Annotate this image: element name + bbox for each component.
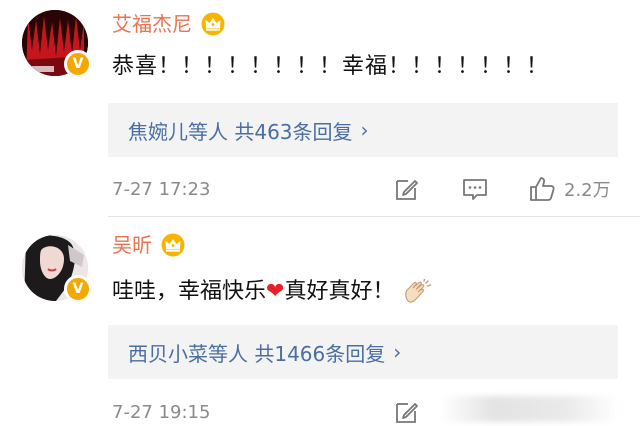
timestamp: 7-27 17:23 [112,178,211,200]
like-button[interactable]: 2.2万 [528,175,611,203]
verified-badge: V [64,50,92,78]
author-name[interactable]: 艾福杰尼 [112,10,192,38]
comment-text: 恭喜！！！！！！！！幸福！！！！！！！ [112,54,550,79]
reply-summary-box[interactable]: 焦婉儿等人 共463条回复 › [108,103,618,157]
comment-text-part: 哇哇，幸福快乐 [112,279,267,304]
heart-emoji: ❤ [266,279,285,304]
comment-text-part: 真好真好！ [284,279,395,304]
reply-summary: 焦婉儿等人 共463条回复 [128,119,353,144]
comment-item: V 艾福杰尼 恭喜！！！！！！！！幸福！！！！！！！ 焦婉儿等人 共463条回复… [0,0,640,216]
thumbs-up-icon [530,177,555,201]
author-name[interactable]: 吴昕 [112,231,152,259]
reply-summary: 西贝小菜等人 共1466条回复 [128,341,386,366]
comment-icon [463,179,487,200]
repost-button[interactable] [394,176,420,202]
avatar[interactable]: V [22,10,92,78]
crown-icon[interactable] [200,12,226,36]
reply-summary-box[interactable]: 西贝小菜等人 共1466条回复 › [108,325,618,379]
crown-icon[interactable] [160,233,186,257]
blurred-watermark [440,396,620,422]
comment-item: V 吴昕 哇哇，幸福快乐❤真好真好！ 西贝小菜等人 共1466条回复 › 7-2… [0,217,640,426]
repost-button[interactable] [394,399,420,425]
verified-badge: V [64,275,92,303]
clap-icon [405,279,432,303]
comment-text: 哇哇，幸福快乐❤真好真好！ [112,277,432,307]
chevron-right-icon: › [360,118,369,142]
avatar[interactable]: V [22,235,92,303]
timestamp: 7-27 19:15 [112,401,211,423]
chevron-right-icon: › [393,340,402,364]
edit-icon [396,403,418,423]
edit-icon [396,180,418,200]
author-row: 艾福杰尼 [112,10,226,38]
like-count: 2.2万 [564,180,611,201]
comment-button[interactable] [462,177,488,201]
comment-footer: 7-27 17:23 2.2万 [112,174,640,204]
weibo-comment-list: V 艾福杰尼 恭喜！！！！！！！！幸福！！！！！！！ 焦婉儿等人 共463条回复… [0,0,640,426]
author-row: 吴昕 [112,231,186,259]
